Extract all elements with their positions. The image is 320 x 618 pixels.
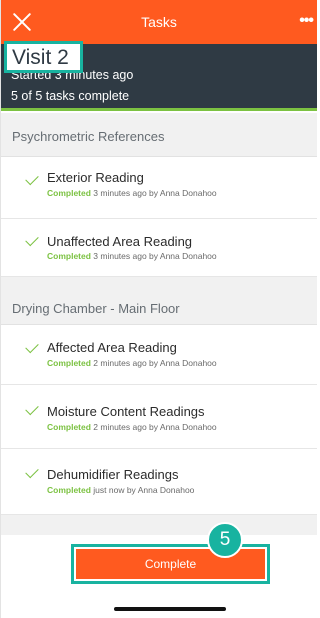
task-name: Dehumidifier Readings xyxy=(47,467,179,482)
task-name: Moisture Content Readings xyxy=(47,404,205,419)
top-bar: Tasks ••• xyxy=(1,0,317,44)
check-icon xyxy=(25,232,39,247)
task-status: Completed xyxy=(47,485,91,495)
step-badge: 5 xyxy=(207,522,243,558)
more-icon[interactable]: ••• xyxy=(299,12,314,30)
task-row[interactable]: Affected Area Reading Completed 2 minute… xyxy=(1,325,317,385)
task-meta: Completed 2 minutes ago by Anna Donahoo xyxy=(47,422,217,432)
visit-title: Visit 2 xyxy=(12,46,69,69)
tasks-progress-text: 5 of 5 tasks complete xyxy=(11,89,130,103)
task-meta-text: just now by Anna Donahoo xyxy=(90,485,195,495)
complete-button-highlight: Complete xyxy=(71,544,270,584)
header-accent-bar xyxy=(1,108,317,111)
task-row[interactable]: Moisture Content Readings Completed 2 mi… xyxy=(1,385,317,449)
task-row[interactable]: Dehumidifier Readings Completed just now… xyxy=(1,449,317,515)
task-meta: Completed 3 minutes ago by Anna Donahoo xyxy=(47,251,217,261)
home-indicator xyxy=(114,607,226,611)
visit-title-highlight: Visit 2 xyxy=(4,41,83,73)
task-meta-text: 2 minutes ago by Anna Donahoo xyxy=(90,422,217,432)
task-meta-text: 2 minutes ago by Anna Donahoo xyxy=(90,358,217,368)
check-icon xyxy=(25,171,39,186)
task-meta-text: 3 minutes ago by Anna Donahoo xyxy=(90,188,217,198)
task-meta: Completed just now by Anna Donahoo xyxy=(47,485,194,495)
task-name: Affected Area Reading xyxy=(47,340,177,355)
task-name: Exterior Reading xyxy=(47,170,144,185)
list-footer-spacer xyxy=(1,515,317,535)
task-meta-text: 3 minutes ago by Anna Donahoo xyxy=(90,251,217,261)
page-title: Tasks xyxy=(141,14,177,30)
task-row[interactable]: Unaffected Area Reading Completed 3 minu… xyxy=(1,219,317,277)
task-status: Completed xyxy=(47,358,91,368)
check-icon xyxy=(25,464,39,479)
tasks-screen: Tasks ••• Started 3 minutes ago 5 of 5 t… xyxy=(0,0,317,618)
task-meta: Completed 2 minutes ago by Anna Donahoo xyxy=(47,358,217,368)
check-icon xyxy=(25,401,39,416)
task-name: Unaffected Area Reading xyxy=(47,234,193,249)
task-row[interactable]: Exterior Reading Completed 3 minutes ago… xyxy=(1,157,317,219)
task-status: Completed xyxy=(47,188,91,198)
section-title: Drying Chamber - Main Floor xyxy=(12,301,180,316)
section-header: Psychrometric References xyxy=(1,113,317,157)
check-icon xyxy=(25,339,39,354)
section-title: Psychrometric References xyxy=(12,129,165,144)
task-status: Completed xyxy=(47,251,91,261)
task-status: Completed xyxy=(47,422,91,432)
task-meta: Completed 3 minutes ago by Anna Donahoo xyxy=(47,188,217,198)
section-header: Drying Chamber - Main Floor xyxy=(1,277,317,325)
